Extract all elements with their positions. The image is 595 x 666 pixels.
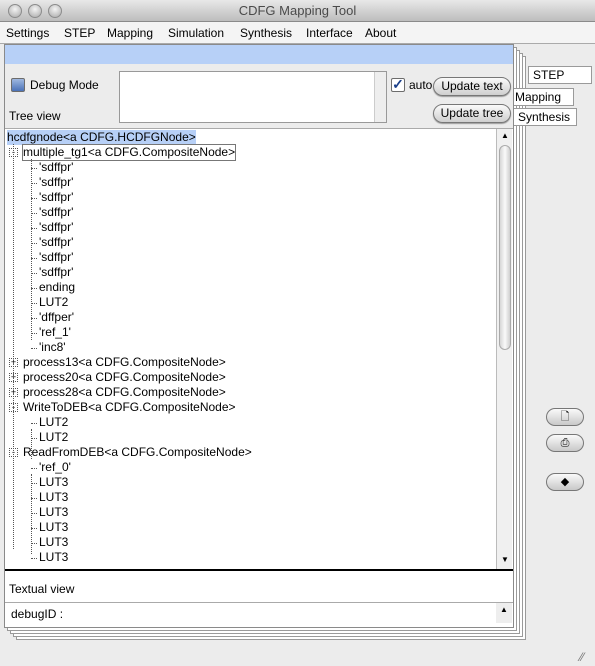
- debug-mode-checkbox[interactable]: [11, 78, 25, 92]
- tree-node[interactable]: 'ref_0': [39, 460, 71, 475]
- auto-checkbox[interactable]: ✓: [391, 77, 405, 92]
- header-strip: [5, 45, 513, 64]
- scroll-up-arrow-icon[interactable]: ▲: [501, 131, 509, 140]
- tree-node[interactable]: LUT3: [39, 535, 68, 550]
- debug-text-area[interactable]: [119, 71, 387, 123]
- erase-icon: ◆: [560, 476, 570, 488]
- close-window-button[interactable]: [8, 4, 22, 18]
- zoom-window-button[interactable]: [48, 4, 62, 18]
- debug-mode-label: Debug Mode: [30, 78, 99, 92]
- tab-step[interactable]: STEP: [528, 66, 592, 84]
- tree-connector: [31, 474, 32, 554]
- menu-about[interactable]: About: [365, 26, 396, 40]
- new-document-icon: 🗋: [560, 411, 570, 423]
- tree-view[interactable]: ▲ ▼ hcdfgnode<a CDFG.HCDFGNode> multiple_…: [5, 128, 513, 571]
- title-bar: CDFG Mapping Tool: [0, 0, 595, 22]
- print-icon: ⎙: [560, 437, 570, 449]
- tree-node[interactable]: LUT2: [39, 415, 68, 430]
- tree-connector: [31, 468, 37, 469]
- print-button[interactable]: ⎙: [546, 434, 584, 452]
- menu-synthesis[interactable]: Synthesis: [240, 26, 292, 40]
- tree-view-label: Tree view: [9, 109, 61, 123]
- textual-view-label: Textual view: [9, 582, 75, 596]
- erase-button[interactable]: ◆: [546, 473, 584, 491]
- tree-node[interactable]: 'inc8': [39, 340, 66, 355]
- textual-view[interactable]: debugID : ▲: [5, 602, 513, 624]
- tree-node[interactable]: LUT3: [39, 550, 68, 565]
- tree-node[interactable]: multiple_tg1<a CDFG.CompositeNode>: [21, 144, 237, 161]
- tree-node[interactable]: 'sdffpr': [39, 175, 73, 190]
- auto-label: auto: [409, 78, 433, 92]
- tree-node[interactable]: 'sdffpr': [39, 265, 73, 280]
- tree-node[interactable]: process28<a CDFG.CompositeNode>: [23, 385, 226, 400]
- tab-synthesis[interactable]: Synthesis: [513, 108, 577, 126]
- tree-node[interactable]: 'dffper': [39, 310, 74, 325]
- tree-node[interactable]: LUT3: [39, 490, 68, 505]
- tree-node[interactable]: 'sdffpr': [39, 235, 73, 250]
- tree-node[interactable]: 'sdffpr': [39, 250, 73, 265]
- menu-mapping[interactable]: Mapping: [107, 26, 153, 40]
- tree-node[interactable]: ReadFromDEB<a CDFG.CompositeNode>: [23, 445, 252, 460]
- scrollbar-thumb[interactable]: [499, 145, 511, 350]
- tree-node[interactable]: process20<a CDFG.CompositeNode>: [23, 370, 226, 385]
- tree-connector: [31, 429, 32, 459]
- menu-interface[interactable]: Interface: [306, 26, 353, 40]
- tree-node[interactable]: 'sdffpr': [39, 190, 73, 205]
- menu-bar: Settings STEP Mapping Simulation Synthes…: [0, 22, 595, 44]
- resize-grip-icon[interactable]: ⁄⁄: [580, 650, 584, 664]
- tree-node[interactable]: 'sdffpr': [39, 205, 73, 220]
- tree-connector: [31, 558, 37, 559]
- tree-connector: [13, 144, 14, 549]
- tree-node[interactable]: 'sdffpr': [39, 160, 73, 175]
- tree-node[interactable]: LUT3: [39, 520, 68, 535]
- tree-scrollbar[interactable]: ▲ ▼: [496, 129, 512, 569]
- debug-text-scrollbar[interactable]: [374, 72, 386, 122]
- menu-step[interactable]: STEP: [64, 26, 95, 40]
- scroll-down-arrow-icon[interactable]: ▼: [501, 555, 509, 564]
- main-panel: Debug Mode Tree view ✓ auto Update text …: [4, 44, 514, 628]
- tree-node[interactable]: LUT3: [39, 475, 68, 490]
- tree-node[interactable]: LUT2: [39, 295, 68, 310]
- tree-connector: [31, 423, 37, 424]
- tree-node[interactable]: 'sdffpr': [39, 220, 73, 235]
- control-area: Debug Mode Tree view ✓ auto Update text …: [5, 64, 513, 128]
- minimize-window-button[interactable]: [28, 4, 42, 18]
- tree-node[interactable]: 'ref_1': [39, 325, 71, 340]
- menu-simulation[interactable]: Simulation: [168, 26, 224, 40]
- debug-id-text: debugID :: [11, 607, 64, 621]
- textual-scroll-up-icon[interactable]: ▲: [496, 603, 512, 623]
- tree-node[interactable]: LUT3: [39, 505, 68, 520]
- tab-mapping[interactable]: Mapping: [510, 88, 574, 106]
- tree-connector: [31, 348, 37, 349]
- window-title: CDFG Mapping Tool: [238, 3, 357, 18]
- tree-node[interactable]: hcdfgnode<a CDFG.HCDFGNode>: [7, 130, 196, 145]
- tree-node[interactable]: LUT2: [39, 430, 68, 445]
- tree-node[interactable]: WriteToDEB<a CDFG.CompositeNode>: [23, 400, 236, 415]
- tree-node[interactable]: process13<a CDFG.CompositeNode>: [23, 355, 226, 370]
- tree-node[interactable]: ending: [39, 280, 75, 295]
- menu-settings[interactable]: Settings: [6, 26, 49, 40]
- update-text-button[interactable]: Update text: [433, 77, 511, 96]
- tree-connector: [31, 159, 32, 340]
- new-document-button[interactable]: 🗋: [546, 408, 584, 426]
- update-tree-button[interactable]: Update tree: [433, 104, 511, 123]
